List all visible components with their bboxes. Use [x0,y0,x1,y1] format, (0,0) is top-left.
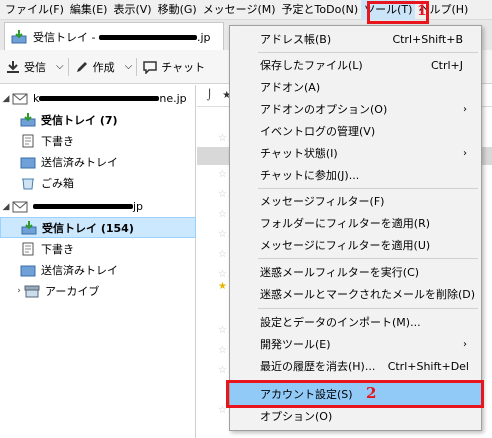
menu-item-message-filters[interactable]: メッセージフィルター(F) [230,190,481,212]
submenu-arrow-icon: › [463,147,467,159]
folder-pane: ◢ k ne.jp 受信トレイ (7) 下書き 送信済みトレイ ごみ箱 ◢ jp… [0,85,196,438]
sent-folder-icon [20,265,36,276]
menu-separator [258,258,478,259]
collapse-arrow-icon[interactable]: ◢ [0,202,12,212]
tab-inbox[interactable]: 受信トレイ - .jp [4,22,224,50]
menu-item-run-filters-message[interactable]: メッセージにフィルターを適用(U) [230,234,481,256]
folder-sent-account2[interactable]: 送信済みトレイ [0,259,196,280]
redacted-account-name [33,204,133,209]
folder-inbox-account2[interactable]: 受信トレイ (154) [0,217,196,238]
mail-account-icon [12,201,28,212]
download-icon [7,60,19,73]
submenu-arrow-icon: › [463,338,467,350]
receive-button[interactable]: 受信 [0,54,52,80]
inbox-icon [20,112,36,126]
menu-separator [258,188,478,189]
redacted-email [98,35,197,40]
folder-inbox-account1[interactable]: 受信トレイ (7) [0,109,196,130]
folder-drafts-account2[interactable]: 下書き [0,238,196,259]
receive-dropdown-chevron-icon[interactable]: ⌵ [52,61,68,72]
menu-item-import[interactable]: 設定とデータのインポート(M)... [230,311,481,333]
thread-column-icon[interactable]: ⌡ [207,90,212,101]
drafts-icon [22,134,34,147]
menu-item-addon-options[interactable]: アドオンのオプション(O) › [230,98,481,120]
annotation-box-account-settings [226,380,484,408]
tab-title: 受信トレイ - .jp [33,30,211,44]
sent-folder-icon [20,157,36,168]
inbox-icon [11,29,27,43]
menu-item-saved-files[interactable]: 保存したファイル(L) Ctrl+J [230,54,481,76]
account-row[interactable]: ◢ k ne.jp [0,88,196,109]
menu-item-options[interactable]: オプション(O) [230,405,481,427]
compose-button[interactable]: 作成 [69,54,121,80]
menu-item-addons[interactable]: アドオン(A) [230,76,481,98]
chat-button[interactable]: チャット [137,54,211,80]
menu-item-address-book[interactable]: アドレス帳(B) Ctrl+Shift+B [230,28,481,50]
menu-go[interactable]: 移動(G) [155,0,200,20]
menu-item-delete-junk[interactable]: 迷惑メールとマークされたメールを削除(D) [230,283,481,305]
redacted-account-name [39,96,160,101]
compose-dropdown-chevron-icon[interactable]: ⌵ [121,61,137,72]
menu-view[interactable]: 表示(V) [110,0,154,20]
tools-menu: アドレス帳(B) Ctrl+Shift+B 保存したファイル(L) Ctrl+J ア… [229,25,482,431]
annotation-step-2: 2 [366,384,377,402]
folder-archive-account2[interactable]: › アーカイブ [0,280,196,301]
trash-icon [22,178,34,189]
drafts-icon [22,242,34,255]
menu-item-chat-status[interactable]: チャット状態(I) › [230,142,481,164]
folder-drafts-account1[interactable]: 下書き [0,130,196,151]
annotation-step-1: 1 [417,3,427,19]
menu-edit[interactable]: 編集(E) [67,0,111,20]
archive-icon [24,285,40,297]
submenu-arrow-icon: › [463,103,467,115]
chat-bubble-icon [143,60,157,74]
menu-separator [258,52,478,53]
collapse-arrow-icon[interactable]: ◢ [0,94,12,104]
menu-item-run-junk-filter[interactable]: 迷惑メールフィルターを実行(C) [230,261,481,283]
inbox-icon [21,220,37,234]
mail-account-icon [12,93,28,104]
menu-item-clear-history[interactable]: 最近の履歴を消去(H)... Ctrl+Shift+Del [230,355,481,377]
menu-separator [258,308,478,309]
menu-events-tasks[interactable]: 予定とToDo(N) [279,0,362,20]
menu-item-event-log[interactable]: イベントログの管理(V) [230,120,481,142]
folder-sent-account1[interactable]: 送信済みトレイ [0,151,196,172]
account-row[interactable]: ◢ jp [0,196,196,217]
expand-arrow-icon[interactable]: › [14,286,24,296]
menu-item-run-filters-folder[interactable]: フォルダーにフィルターを適用(R) [230,212,481,234]
menu-message[interactable]: メッセージ(M) [200,0,279,20]
menu-file[interactable]: ファイル(F) [0,0,67,20]
menu-item-developer-tools[interactable]: 開発ツール(E) › [230,333,481,355]
pencil-icon [76,61,87,72]
folder-trash-account1[interactable]: ごみ箱 [0,172,196,193]
menu-item-join-chat[interactable]: チャットに参加(J)... [230,164,481,186]
